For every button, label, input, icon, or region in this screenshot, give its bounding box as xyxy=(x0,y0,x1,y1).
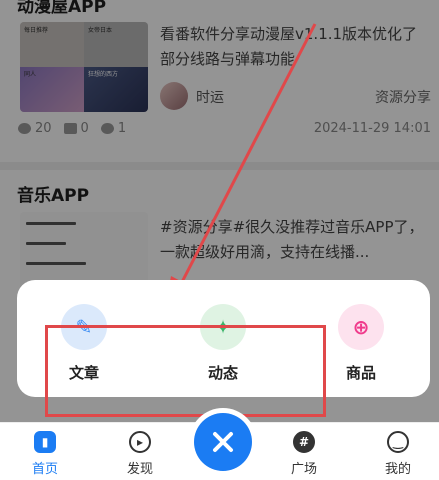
tab-square[interactable]: # 广场 xyxy=(274,431,334,477)
menu-item-label: 商品 xyxy=(345,364,376,382)
close-publish-button[interactable] xyxy=(194,413,252,471)
tab-me[interactable]: ‿ 我的 xyxy=(368,431,428,477)
tab-discover[interactable]: ▸ 发现 xyxy=(110,431,170,477)
tab-home[interactable]: ▮ 首页 xyxy=(15,431,75,477)
smile-icon: ‿ xyxy=(387,431,409,453)
annotation-highlight-box xyxy=(45,325,326,417)
tab-label: 我的 xyxy=(384,462,411,477)
tab-label: 首页 xyxy=(31,462,58,477)
tab-label: 广场 xyxy=(290,462,317,477)
hashtag-icon: # xyxy=(293,431,315,453)
play-circle-icon: ▸ xyxy=(129,431,151,453)
cart-icon: ⊕ xyxy=(338,304,384,350)
home-icon: ▮ xyxy=(34,431,56,453)
tab-label: 发现 xyxy=(126,462,153,477)
publish-product-button[interactable]: ⊕ 商品 xyxy=(331,304,391,383)
close-icon xyxy=(213,432,233,452)
